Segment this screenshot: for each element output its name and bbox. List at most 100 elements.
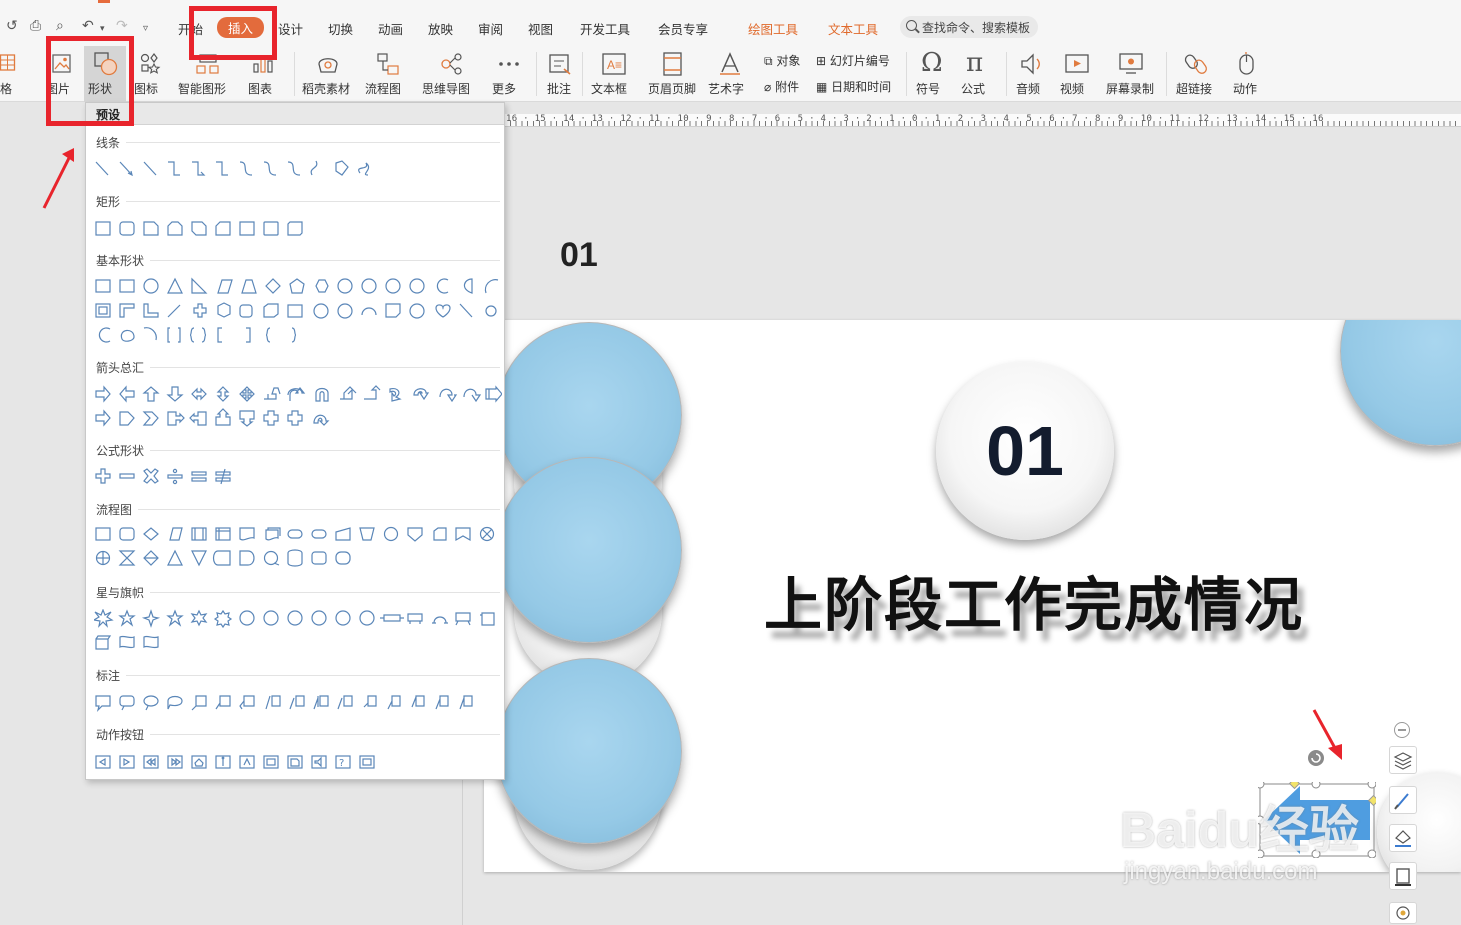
screen-record-button[interactable]: 屏幕录制 — [1104, 46, 1160, 102]
icon-library-icon — [140, 53, 161, 74]
comment-label: 批注 — [547, 82, 572, 96]
calendar-icon: ▦ — [816, 80, 828, 94]
tab-transition[interactable]: 切换 — [328, 19, 353, 38]
callout-shapes[interactable] — [94, 693, 502, 713]
textbox-button[interactable]: A≡ 文本框 — [590, 46, 638, 102]
symbol-label: 符号 — [916, 82, 941, 96]
tab-review[interactable]: 审阅 — [478, 19, 503, 38]
tab-drawing-tools[interactable]: 绘图工具 — [748, 19, 798, 38]
rectangle-shapes[interactable] — [94, 219, 314, 239]
audio-button[interactable]: 音频 — [1014, 46, 1054, 102]
table-button[interactable]: 格 — [0, 46, 28, 102]
smart-suggestion-button[interactable] — [1389, 902, 1417, 924]
shape-row-action-buttons[interactable]: ? — [94, 753, 394, 773]
print-preview-icon[interactable]: ⌕ — [56, 18, 64, 34]
adjust-handle[interactable] — [1288, 782, 1301, 790]
tab-member[interactable]: 会员专享 — [658, 19, 708, 38]
audio-label: 音频 — [1016, 82, 1041, 96]
slide-number-label: 幻灯片编号 — [829, 54, 890, 68]
pane-divider[interactable] — [462, 780, 463, 925]
shape-row-flowchart[interactable] — [94, 525, 502, 571]
basic-shapes[interactable] — [94, 277, 502, 347]
action-button[interactable]: 动作 — [1230, 46, 1262, 102]
slide-title[interactable]: 上阶段工作完成情况 — [764, 558, 1304, 642]
shape-row-basic[interactable] — [94, 277, 502, 347]
toolbar-separator — [906, 52, 907, 96]
slide-number-button[interactable]: ⊞ 幻灯片编号 — [816, 52, 890, 69]
slide-number-circle[interactable]: 01 — [936, 362, 1114, 540]
horizontal-ruler[interactable]: 16 · 15 · 14 · 13 · 12 · 11 · 10 · 9 · 8… — [504, 114, 1461, 127]
tab-animation[interactable]: 动画 — [378, 19, 403, 38]
table-label: 格 — [0, 82, 13, 96]
quick-access-dropdown-icon[interactable]: ▿ — [143, 21, 148, 37]
lightbulb-icon — [1396, 906, 1410, 920]
docer-material-button[interactable]: 稻壳素材 — [302, 46, 356, 102]
tab-design[interactable]: 设计 — [278, 19, 303, 38]
collapse-minus-icon[interactable] — [1393, 721, 1411, 739]
section-divider — [150, 592, 500, 593]
symbol-button[interactable]: Ω 符号 — [914, 46, 954, 102]
tab-slideshow[interactable]: 放映 — [428, 19, 453, 38]
outline-icon — [1395, 868, 1411, 886]
toolbar-separator — [294, 52, 295, 96]
table-icon — [0, 54, 16, 71]
resize-handle[interactable] — [1311, 782, 1321, 789]
resize-handle[interactable] — [1367, 849, 1376, 858]
shape-row-equation[interactable] — [94, 467, 244, 487]
tab-text-tools[interactable]: 文本工具 — [828, 19, 878, 38]
section-divider — [150, 734, 500, 735]
star-shapes[interactable] — [94, 609, 502, 655]
shape-row-stars[interactable] — [94, 609, 502, 655]
hyperlink-button[interactable]: 超链接 — [1174, 46, 1224, 102]
flowchart-button[interactable]: 流程图 — [364, 46, 412, 102]
video-button[interactable]: 视频 — [1058, 46, 1098, 102]
resize-handle[interactable] — [1258, 782, 1265, 789]
toolbar-separator — [582, 52, 583, 96]
tab-developer[interactable]: 开发工具 — [580, 19, 630, 38]
search-placeholder: 查找命令、搜索模板 — [922, 21, 1031, 35]
watermark-logo: Baidu经验 — [1120, 802, 1359, 858]
shape-row-callouts[interactable] — [94, 693, 502, 713]
action-button-shapes[interactable]: ? — [94, 753, 394, 773]
line-shapes[interactable] — [94, 159, 384, 179]
shape-style-button[interactable] — [1389, 786, 1417, 814]
icon-button[interactable]: 图标 — [134, 46, 170, 102]
print-icon[interactable]: ⎙ — [30, 18, 41, 34]
shape-row-arrows[interactable] — [94, 385, 502, 431]
shape-row-lines[interactable] — [94, 159, 384, 179]
redo-icon[interactable]: ↺ — [6, 18, 18, 34]
screen-record-label: 屏幕录制 — [1106, 82, 1155, 96]
formula-button[interactable]: π 公式 — [958, 46, 998, 102]
shape-fill-button[interactable] — [1389, 824, 1417, 852]
slide-thumbnail-number[interactable]: 01 — [560, 236, 598, 275]
attachment-button[interactable]: ⌀ 附件 — [764, 78, 799, 95]
header-footer-button[interactable]: 页眉页脚 — [648, 46, 698, 102]
tab-view[interactable]: 视图 — [528, 19, 553, 38]
equation-shapes[interactable] — [94, 467, 244, 487]
command-search[interactable]: 查找命令、搜索模板 — [900, 16, 1038, 38]
shape-row-rectangles[interactable] — [94, 219, 314, 239]
watermark-url: jingyan.baidu.com — [1124, 858, 1318, 885]
shape-outline-button[interactable] — [1389, 862, 1417, 890]
section-divider — [150, 450, 500, 451]
flowchart-shapes[interactable] — [94, 525, 502, 571]
layers-button[interactable] — [1389, 746, 1417, 774]
resize-handle[interactable] — [1367, 782, 1376, 789]
wordart-button[interactable]: 艺术字 — [706, 46, 754, 102]
arrow-shapes[interactable] — [94, 385, 502, 431]
undo-dropdown-icon[interactable]: ▾ — [100, 21, 105, 37]
datetime-button[interactable]: ▦ 日期和时间 — [816, 78, 891, 95]
attachment-label: 附件 — [775, 80, 800, 94]
object-button[interactable]: ⧉ 对象 — [764, 52, 800, 69]
docer-label: 稻壳素材 — [302, 82, 351, 96]
ruler-labels: 16 · 15 · 14 · 13 · 12 · 11 · 10 · 9 · 8… — [506, 114, 1324, 124]
svg-text:A≡: A≡ — [607, 58, 622, 72]
more-button[interactable]: 更多 — [490, 46, 528, 102]
mindmap-button[interactable]: 思维导图 — [422, 46, 482, 102]
comment-button[interactable]: 批注 — [544, 46, 576, 102]
shapes-dropdown[interactable]: 预设 线条 矩形 基本形状 箭头总汇 公式形状 流程图 星与旗帜 标注 动作按钮… — [85, 102, 505, 780]
redo-disabled-icon: ↷ — [116, 18, 128, 34]
undo-icon[interactable]: ↶ — [82, 18, 94, 34]
blue-circle-decoration — [496, 457, 682, 643]
textbox-label: 文本框 — [591, 82, 628, 96]
